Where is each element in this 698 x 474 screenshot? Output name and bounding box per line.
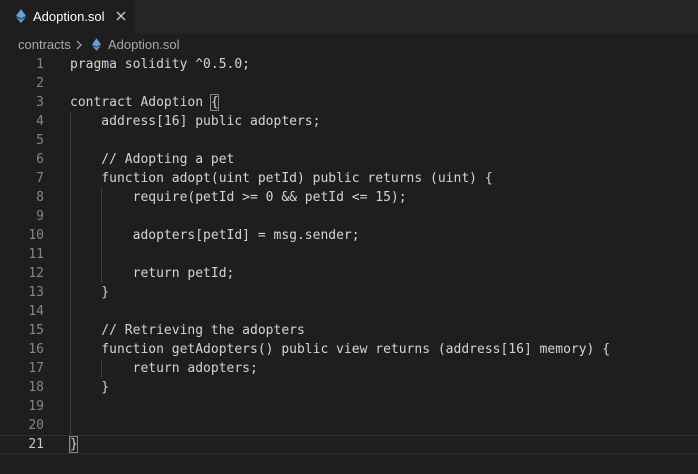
line-number: 6: [36, 152, 44, 167]
line-code: pragma solidity ^0.5.0;: [70, 57, 251, 72]
bracket-match-highlight: [209, 94, 219, 111]
tab-label: Adoption.sol: [33, 9, 105, 24]
code-line[interactable]: 11: [0, 245, 698, 264]
ethereum-icon: [16, 9, 26, 23]
line-number: 3: [36, 95, 44, 110]
ethereum-icon: [92, 38, 101, 51]
code-line[interactable]: 15 // Retrieving the adopters: [0, 321, 698, 340]
line-code: contract Adoption {: [70, 95, 219, 110]
code-line[interactable]: 1 pragma solidity ^0.5.0;: [0, 55, 698, 74]
line-number: 8: [36, 190, 44, 205]
line-number: 7: [36, 171, 44, 186]
code-line[interactable]: 19: [0, 397, 698, 416]
line-number: 13: [28, 285, 44, 300]
line-number: 10: [28, 228, 44, 243]
code-editor[interactable]: 1 pragma solidity ^0.5.0; 2 3 contract Adopt…: [0, 55, 698, 474]
line-number: 18: [28, 380, 44, 395]
code-line[interactable]: 12 return petId;: [0, 264, 698, 283]
line-code: function adopt(uint petId) public return…: [70, 171, 493, 186]
line-code: // Retrieving the adopters: [70, 323, 305, 338]
close-icon[interactable]: [115, 10, 127, 22]
code-line[interactable]: 17 return adopters;: [0, 359, 698, 378]
line-number: 14: [28, 304, 44, 319]
code-line[interactable]: 18 }: [0, 378, 698, 397]
line-number: 12: [28, 266, 44, 281]
line-number: 21: [28, 437, 44, 452]
code-line[interactable]: 9: [0, 207, 698, 226]
breadcrumb-folder[interactable]: contracts: [18, 37, 71, 53]
code-line[interactable]: 16 function getAdopters() public view re…: [0, 340, 698, 359]
line-number: 20: [28, 418, 44, 433]
code-line[interactable]: 13 }: [0, 283, 698, 302]
line-code: }: [70, 285, 110, 300]
line-number: 19: [28, 399, 44, 414]
line-number: 17: [28, 361, 44, 376]
line-number: 16: [28, 342, 44, 357]
line-code: require(petId >= 0 && petId <= 15);: [70, 190, 407, 205]
bracket-match-highlight: [69, 436, 78, 453]
line-code: function getAdopters() public view retur…: [70, 342, 611, 357]
line-number: 4: [36, 114, 44, 129]
code-line[interactable]: 6 // Adopting a pet: [0, 150, 698, 169]
line-number: 15: [28, 323, 44, 338]
breadcrumb-file[interactable]: Adoption.sol: [108, 37, 180, 53]
code-line[interactable]: 10 adopters[petId] = msg.sender;: [0, 226, 698, 245]
code-line[interactable]: 7 function adopt(uint petId) public retu…: [0, 169, 698, 188]
code-line[interactable]: 2: [0, 74, 698, 93]
code-line[interactable]: 3 contract Adoption {: [0, 93, 698, 112]
line-code: return petId;: [70, 266, 235, 281]
line-number: 5: [36, 133, 44, 148]
line-code: // Adopting a pet: [70, 152, 235, 167]
code-line[interactable]: 21}: [0, 435, 698, 454]
line-number: 9: [36, 209, 44, 224]
line-number: 1: [36, 57, 44, 72]
code-line[interactable]: 4 address[16] public adopters;: [0, 112, 698, 131]
line-code: adopters[petId] = msg.sender;: [70, 228, 360, 243]
chevron-right-icon: [76, 40, 82, 50]
code-line[interactable]: 14: [0, 302, 698, 321]
tab-bar: Adoption.sol: [0, 0, 698, 34]
line-code: return adopters;: [70, 361, 258, 376]
breadcrumb: contracts Adoption.sol: [0, 34, 698, 56]
code-line[interactable]: 20: [0, 416, 698, 435]
code-line[interactable]: 5: [0, 131, 698, 150]
code-line[interactable]: 8 require(petId >= 0 && petId <= 15);: [0, 188, 698, 207]
line-code: address[16] public adopters;: [70, 114, 321, 129]
line-code: }: [70, 380, 110, 395]
line-number: 2: [36, 76, 44, 91]
tab-adoption-sol[interactable]: Adoption.sol: [0, 0, 135, 34]
line-number: 11: [28, 247, 44, 262]
